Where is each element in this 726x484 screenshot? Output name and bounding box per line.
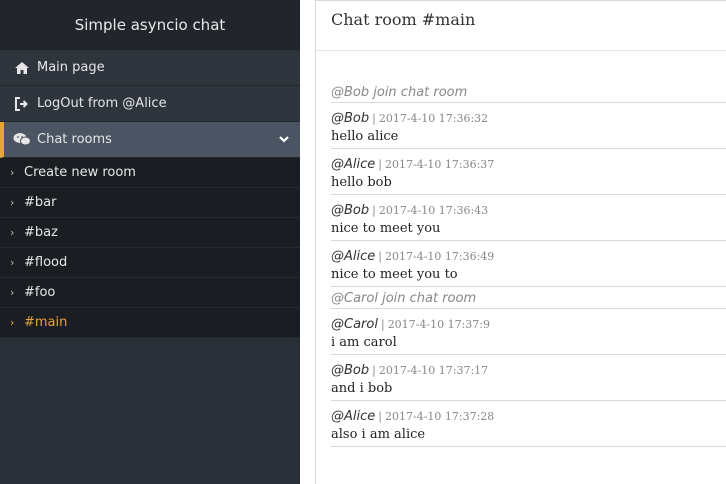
room-link-label: #flood <box>24 255 68 270</box>
message-text: hello alice <box>331 129 399 144</box>
home-icon <box>12 60 32 76</box>
app-title: Simple asyncio chat <box>0 0 300 50</box>
message-separator: | <box>372 111 376 125</box>
chevron-right-icon: › <box>10 166 15 179</box>
message-separator: | <box>372 363 376 377</box>
nav-main-page[interactable]: Main page <box>0 50 300 86</box>
message-separator: | <box>380 317 385 331</box>
room-link-foo[interactable]: › #foo <box>0 278 300 308</box>
join-text: @Bob join chat room <box>331 85 468 100</box>
message-item: @Alice | 2017-4-10 17:37:28 also i am alic… <box>331 401 726 447</box>
message-text: nice to meet you to <box>331 267 458 282</box>
join-notice: @Carol join chat room <box>331 287 726 309</box>
nav-logout[interactable]: LogOut from @Alice <box>0 86 300 122</box>
message-user: @Alice <box>331 156 376 172</box>
room-link-main[interactable]: › #main <box>0 308 300 338</box>
message-text: and i bob <box>331 381 393 396</box>
message-text: hello bob <box>331 175 392 190</box>
rooms-submenu: › Create new room › #bar › #baz › #flood… <box>0 158 300 338</box>
message-time: 2017-4-10 17:36:49 <box>384 249 495 263</box>
chevron-right-icon: › <box>10 226 15 239</box>
message-item: @Alice | 2017-4-10 17:36:49 nice to meet y… <box>331 241 726 287</box>
message-item: @Bob | 2017-4-10 17:36:43 nice to meet you <box>331 195 726 241</box>
message-time: 2017-4-10 17:36:32 <box>378 111 489 125</box>
room-link-label: #main <box>24 315 68 330</box>
chevron-right-icon: › <box>10 256 15 269</box>
message-time: 2017-4-10 17:36:43 <box>378 203 489 217</box>
nav-logout-label: LogOut from @Alice <box>37 96 167 111</box>
chevron-right-icon: › <box>10 316 15 329</box>
chat-icon <box>12 132 32 148</box>
room-link-bar[interactable]: › #bar <box>0 188 300 218</box>
nav-main-page-label: Main page <box>37 60 105 75</box>
message-text: i am carol <box>331 335 397 350</box>
create-room-link[interactable]: › Create new room <box>0 158 300 188</box>
message-separator: | <box>372 203 376 217</box>
chevron-right-icon: › <box>10 196 15 209</box>
message-separator: | <box>378 409 382 423</box>
sign-out-icon <box>12 96 32 112</box>
sidebar: Simple asyncio chat Main page LogOut fro… <box>0 0 300 484</box>
message-user: @Alice <box>331 408 376 424</box>
room-link-label: #foo <box>24 285 56 300</box>
chevron-right-icon: › <box>10 286 15 299</box>
room-link-baz[interactable]: › #baz <box>0 218 300 248</box>
message-item: @Carol | 2017-4-10 17:37:9 i am carol <box>331 309 726 355</box>
message-item: @Bob | 2017-4-10 17:36:32 hello alice <box>331 103 726 149</box>
page-title: Chat room #main <box>316 1 726 51</box>
message-list: @Bob join chat room @Bob | 2017-4-10 17:36… <box>331 81 726 447</box>
message-user: @Bob <box>331 110 370 126</box>
join-text: @Carol join chat room <box>331 291 477 306</box>
create-room-label: Create new room <box>24 165 136 180</box>
message-time: 2017-4-10 17:37:17 <box>378 363 489 377</box>
message-time: 2017-4-10 17:37:28 <box>384 409 495 423</box>
room-link-flood[interactable]: › #flood <box>0 248 300 278</box>
chevron-down-icon[interactable] <box>278 133 290 149</box>
room-link-label: #baz <box>24 225 58 240</box>
message-time: 2017-4-10 17:37:9 <box>387 317 491 331</box>
message-separator: | <box>378 157 382 171</box>
message-text: also i am alice <box>331 427 426 442</box>
chat-panel: Chat room #main @Bob join chat room @Bob… <box>315 0 726 484</box>
nav-chat-rooms[interactable]: Chat rooms <box>0 122 300 158</box>
message-time: 2017-4-10 17:36:37 <box>384 157 495 171</box>
message-separator: | <box>378 249 382 263</box>
message-item: @Bob | 2017-4-10 17:37:17 and i bob <box>331 355 726 401</box>
nav-chat-rooms-label: Chat rooms <box>37 132 112 147</box>
message-user: @Bob <box>331 202 370 218</box>
message-user: @Alice <box>331 248 376 264</box>
join-notice: @Bob join chat room <box>331 81 726 103</box>
message-item: @Alice | 2017-4-10 17:36:37 hello bob <box>331 149 726 195</box>
message-user: @Carol <box>331 316 378 332</box>
message-user: @Bob <box>331 362 370 378</box>
room-link-label: #bar <box>24 195 57 210</box>
message-text: nice to meet you <box>331 221 441 236</box>
